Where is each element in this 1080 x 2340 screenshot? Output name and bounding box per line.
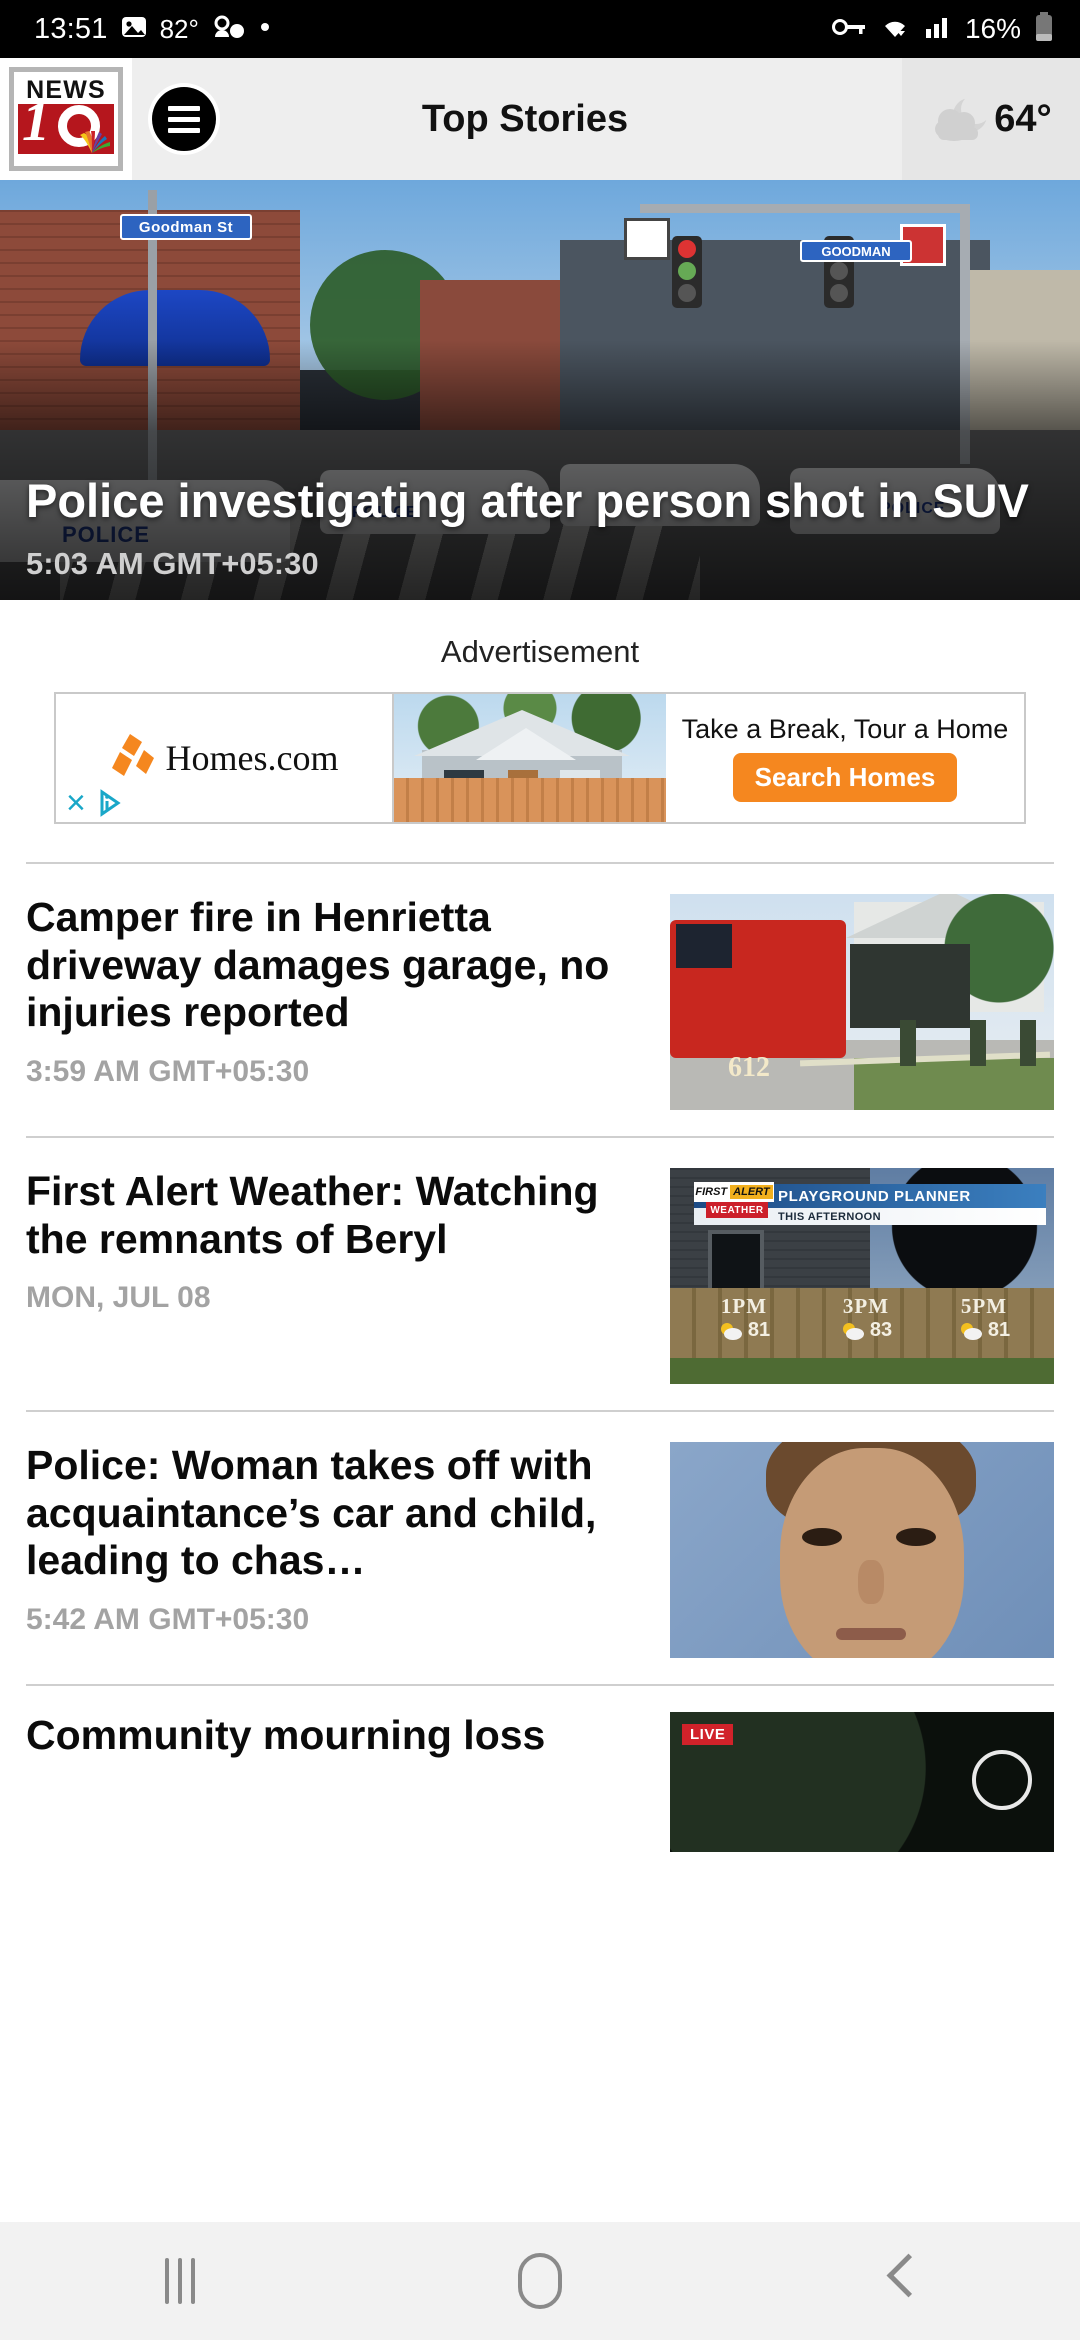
advertisement-banner[interactable]: Homes.com × Take a Break, Tour a Home Se… [54,692,1026,824]
home-icon [518,2253,562,2309]
article-text: Community mourning loss [26,1712,646,1760]
article-timestamp: 3:59 AM GMT+05:30 [26,1054,310,1088]
hero-timestamp: 5:03 AM GMT+05:30 [26,546,319,581]
article-thumbnail: 612 [670,894,1054,1110]
ad-brand-panel: Homes.com × [56,694,394,822]
ad-house-image [394,694,666,822]
forecast-slot: 3PM 83 [806,1294,926,1358]
status-battery-percent: 16% [964,13,1021,44]
sun-cloud-icon [958,1320,984,1342]
close-icon[interactable]: × [66,786,86,820]
dot-icon [259,20,271,38]
forecast-temp: 81 [987,1319,1011,1341]
street-sign-secondary: GOODMAN [800,240,912,262]
article-timestamp: MON, JUL 08 [26,1281,211,1315]
recent-apps-icon [165,2258,195,2304]
list-item[interactable]: Police: Woman takes off with acquaintanc… [26,1412,1054,1684]
sun-cloud-icon [840,1320,866,1342]
key-icon [831,16,866,43]
partly-cloudy-night-icon [930,93,992,145]
article-text: Police: Woman takes off with acquaintanc… [26,1442,646,1637]
article-timestamp: 5:42 AM GMT+05:30 [26,1602,310,1636]
forecast-hour: 1PM [720,1294,768,1318]
ad-message-panel: Take a Break, Tour a Home Search Homes [666,694,1024,822]
article-title: Camper fire in Henrietta driveway damage… [26,894,610,1036]
forecast-slot: 1PM 81 [684,1294,804,1358]
brand-first: FIRST [695,1186,728,1198]
street-sign: Goodman St [120,214,252,240]
list-item[interactable]: Community mourning loss LIVE [26,1686,1054,1852]
status-time: 13:51 [34,12,108,45]
search-homes-button[interactable]: Search Homes [732,753,958,802]
article-title: Police: Woman takes off with acquaintanc… [26,1442,597,1584]
status-bar-right: 16% [831,11,1054,47]
status-bar-left: 13:51 82° [34,13,271,46]
forecast-temp: 81 [747,1319,771,1341]
first-alert-logo: FIRST ALERT [694,1182,774,1202]
weather-temperature: 64° [994,97,1052,140]
article-thumbnail: PLAYGROUND PLANNER THIS AFTERNOON FIRST … [670,1168,1054,1384]
forecast-slot: 5PM 81 [924,1294,1044,1358]
sun-cloud-icon [718,1320,744,1342]
article-text: First Alert Weather: Watching the remnan… [26,1168,646,1315]
ad-choices-icon[interactable] [98,788,128,818]
live-badge: LIVE [682,1724,734,1745]
forecast-hour: 3PM [842,1294,890,1318]
brand-alert: ALERT [730,1185,773,1199]
article-text: Camper fire in Henrietta driveway damage… [26,894,646,1089]
status-temperature: 82° [159,13,199,44]
signal-icon [924,15,952,44]
advertisement-label: Advertisement [440,634,640,669]
back-button[interactable] [720,2258,1080,2304]
article-thumbnail: LIVE [670,1712,1054,1852]
back-chevron-icon [887,2258,913,2304]
advertisement-section: Advertisement Homes.com × Take a Break, … [0,600,1080,824]
home-button[interactable] [360,2253,720,2309]
list-item[interactable]: Camper fire in Henrietta driveway damage… [26,864,1054,1136]
play-icon [972,1750,1032,1810]
status-bar: 13:51 82° 16% [0,0,1080,58]
contacts-icon [212,15,246,44]
hero-headline: Police investigating after person shot i… [26,474,1029,528]
forecast-temp: 83 [869,1319,893,1341]
brand-weather: WEATHER [706,1202,768,1218]
battery-icon [1034,11,1054,47]
hero-text-block: Police investigating after person shot i… [26,475,1054,582]
ad-headline: Take a Break, Tour a Home [681,714,1009,744]
app-header: NEWS 1 Top Stories 64° [0,58,1080,180]
article-title: Community mourning loss [26,1712,546,1758]
system-navigation-bar [0,2222,1080,2340]
article-title: First Alert Weather: Watching the remnan… [26,1168,599,1262]
photo-icon [121,15,147,44]
weather-widget[interactable]: 64° [902,58,1080,180]
article-list: Camper fire in Henrietta driveway damage… [0,862,1080,1852]
article-thumbnail [670,1442,1054,1658]
fire-truck-number: 612 [728,1052,770,1083]
homes-logo: Homes.com [110,732,339,784]
homes-mark-icon [110,732,156,784]
hero-story[interactable]: Goodman St GOODMAN POLICE POLICE POLICE … [0,180,1080,600]
ad-brand-name: Homes.com [165,738,339,778]
ad-controls: × [66,786,128,820]
list-item[interactable]: First Alert Weather: Watching the remnan… [26,1138,1054,1410]
recent-apps-button[interactable] [0,2258,360,2304]
wifi-icon [879,15,911,44]
forecast-hour: 5PM [960,1294,1008,1318]
